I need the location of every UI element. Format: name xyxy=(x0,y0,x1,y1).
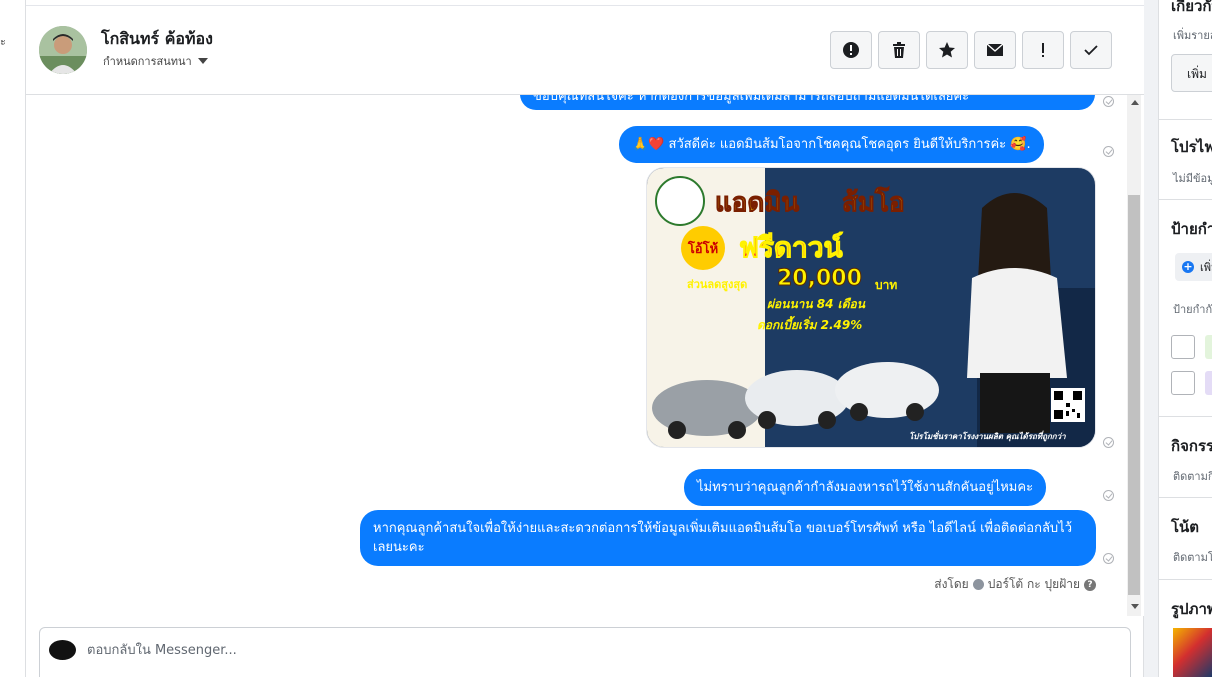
reply-composer xyxy=(39,627,1131,677)
promo-headline: ฟรีดาวน์ xyxy=(739,231,844,265)
add-label-button[interactable]: + เพิ่ม xyxy=(1175,253,1212,281)
media-title: รูปภาพ xyxy=(1171,600,1212,618)
page-avatar xyxy=(49,640,76,660)
assign-conversation-dropdown[interactable]: กำหนดการสนทนา xyxy=(103,52,208,70)
label-chip-purple xyxy=(1205,371,1212,395)
notes-title: โน้ต xyxy=(1171,518,1200,536)
labels-section: ป้ายกำกับ + เพิ่ม ป้ายกำกับ xyxy=(1159,200,1212,417)
activity-title: กิจกรรม xyxy=(1171,437,1212,455)
scroll-down-arrow-icon[interactable] xyxy=(1131,604,1139,609)
check-circle-icon xyxy=(972,579,984,590)
star-button[interactable] xyxy=(926,31,968,69)
sent-by-prefix: ส่งโดย xyxy=(934,577,969,591)
contact-avatar[interactable] xyxy=(39,26,87,74)
label-checkbox[interactable] xyxy=(1171,371,1195,395)
conversation-panel: โกสินทร์ ค้อท้อง กำหนดการสนทนา ขอบคุณที่… xyxy=(26,0,1144,677)
conversation-actions xyxy=(830,31,1112,69)
seen-check-icon xyxy=(1103,146,1114,157)
promo-title-b: ส้มโอ xyxy=(842,188,906,219)
delete-button[interactable] xyxy=(878,31,920,69)
about-section: เกี่ยวกับ เพิ่มรายละเอียด เพิ่ม xyxy=(1159,0,1212,120)
message-bubble[interactable]: หากคุณลูกค้าสนใจเพื่อให้ง่ายและสะดวกต่อก… xyxy=(360,510,1096,566)
labels-subtitle: ป้ายกำกับ xyxy=(1173,303,1212,316)
message-bubble[interactable]: 🙏❤️ สวัสดีค่ะ แอดมินส้มโอจากโชคคุณโชคอุด… xyxy=(619,126,1044,163)
promo-footer: โปรโมชั่นราคาโรงงานผลิต คุณได้รถที่ถูกกว… xyxy=(909,432,1066,441)
trash-icon xyxy=(893,42,905,58)
conversation-list-edge: ะ xyxy=(0,0,26,677)
message-thread[interactable]: ขอบคุณที่สนใจค่ะ หากต้องการข้อมูลเพิ่มเต… xyxy=(26,95,1144,616)
contact-name[interactable]: โกสินทร์ ค้อท้อง xyxy=(101,27,213,52)
dealer-logo xyxy=(655,176,705,226)
assign-label: กำหนดการสนทนา xyxy=(103,55,192,68)
seen-check-icon xyxy=(1103,96,1114,107)
help-icon[interactable]: ? xyxy=(1084,578,1096,591)
messenger-inbox-window: ะ โกสินทร์ ค้อท้อง กำหนดการสนทนา ขอบคุณท… xyxy=(0,0,1212,677)
qr-code xyxy=(1051,388,1085,422)
contact-details-panel: เกี่ยวกับ เพิ่มรายละเอียด เพิ่ม โปรไฟล์ … xyxy=(1158,0,1212,677)
spam-button[interactable] xyxy=(830,31,872,69)
scrollbar-thumb[interactable] xyxy=(1128,195,1140,595)
star-icon xyxy=(939,42,955,58)
sent-by-line: ส่งโดย ปอร์โต้ กะ ปุยฝ้าย ? xyxy=(934,575,1096,594)
add-label-text: เพิ่ม xyxy=(1200,261,1212,274)
notes-subtitle: ติดตามโน้ต xyxy=(1173,551,1212,564)
envelope-icon xyxy=(986,43,1004,56)
promo-discount-unit: บาท xyxy=(875,278,898,292)
message-bubble[interactable]: ไม่ทราบว่าคุณลูกค้ากำลังมองหารถไว้ใช้งาน… xyxy=(684,469,1047,506)
promo-rate: ดอกเบี้ยเริ่ม 2.49% xyxy=(757,318,863,332)
label-checkbox[interactable] xyxy=(1171,335,1195,359)
label-chip-green xyxy=(1205,335,1212,359)
promo-discount-value: 20,000 xyxy=(777,266,863,292)
check-icon xyxy=(1084,45,1098,56)
plus-icon: + xyxy=(1182,260,1194,273)
activity-section: กิจกรรม ติดตามกิจกรรม xyxy=(1159,417,1212,498)
shared-media-thumbnail[interactable] xyxy=(1173,628,1212,677)
seen-check-icon xyxy=(1103,553,1114,564)
about-title: เกี่ยวกับ xyxy=(1171,0,1212,15)
follow-up-button[interactable] xyxy=(1022,31,1064,69)
promo-badge: โอ้โห้ xyxy=(681,226,725,270)
profile-section: โปรไฟล์ ไม่มีข้อมูล xyxy=(1159,120,1212,200)
mark-done-button[interactable] xyxy=(1070,31,1112,69)
alert-circle-icon xyxy=(843,42,859,58)
seen-check-icon xyxy=(1103,437,1114,448)
activity-subtitle: ติดตามกิจกรรม xyxy=(1173,470,1212,483)
labels-title: ป้ายกำกับ xyxy=(1171,220,1212,238)
promo-discount-label: ส่วนลดสูงสุด xyxy=(687,278,748,291)
sent-by-name: ปอร์โต้ กะ ปุยฝ้าย xyxy=(987,577,1080,591)
seen-check-icon xyxy=(1103,490,1114,501)
promo-term: ผ่อนนาน 84 เดือน xyxy=(767,297,865,311)
conversation-list-glyph: ะ xyxy=(0,35,6,48)
notes-section: โน้ต ติดตามโน้ต xyxy=(1159,498,1212,580)
promo-image-message[interactable]: แอดมิน ส้มโอ โอ้โห้ ฟรีดาวน์ ส่วนลดสูงสุ… xyxy=(646,167,1096,448)
reply-input[interactable] xyxy=(87,638,1087,662)
scroll-up-arrow-icon[interactable] xyxy=(1131,100,1139,105)
about-subtitle: เพิ่มรายละเอียด xyxy=(1173,29,1212,42)
conversation-header: โกสินทร์ ค้อท้อง กำหนดการสนทนา xyxy=(26,6,1144,95)
exclamation-icon xyxy=(1042,43,1044,57)
about-add-button[interactable]: เพิ่ม xyxy=(1171,54,1212,92)
profile-title: โปรไฟล์ xyxy=(1171,138,1212,156)
mark-unread-button[interactable] xyxy=(974,31,1016,69)
message-bubble[interactable]: ขอบคุณที่สนใจค่ะ หากต้องการข้อมูลเพิ่มเต… xyxy=(520,95,1095,110)
profile-subtitle: ไม่มีข้อมูล xyxy=(1173,172,1212,185)
promo-title-a: แอดมิน xyxy=(714,188,800,219)
caret-down-icon xyxy=(197,58,208,64)
